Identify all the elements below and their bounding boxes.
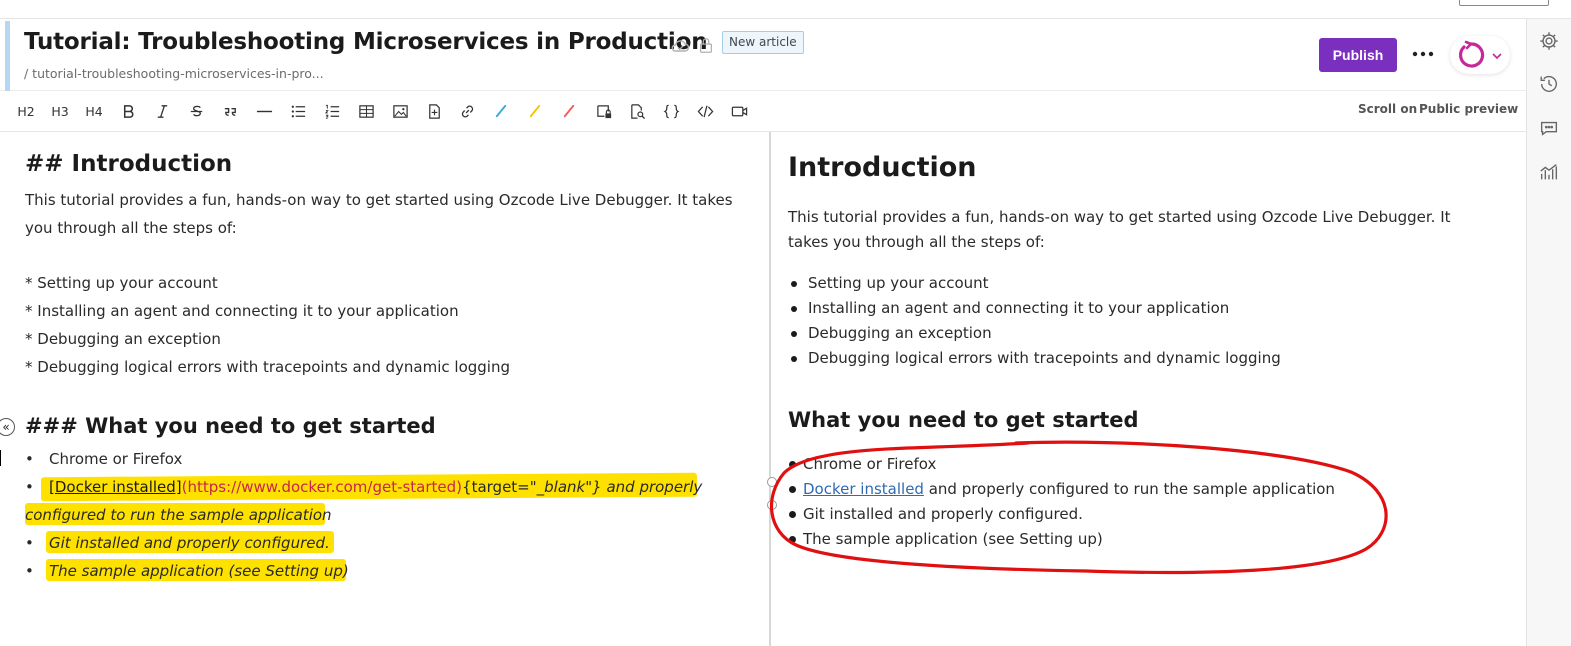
account-menu[interactable] — [1450, 36, 1510, 74]
md-list-item: * Debugging an exception — [25, 330, 221, 348]
preview-heading-introduction: Introduction — [788, 152, 977, 183]
chevron-down-icon — [1492, 53, 1502, 60]
list-item: Git installed and properly configured. — [788, 502, 1335, 527]
md-requirement-4: The sample application (see Setting up) — [49, 562, 349, 580]
md-list-item: * Setting up your account — [25, 274, 218, 292]
strikethrough-icon[interactable] — [184, 100, 208, 122]
table-icon[interactable] — [354, 100, 378, 122]
italic-icon[interactable] — [150, 100, 174, 122]
md-requirement-2-continued: configured to run the sample application — [25, 506, 332, 524]
braces-icon[interactable] — [659, 100, 683, 122]
md-link-attr: {target=" — [462, 478, 537, 496]
horizontal-rule-icon[interactable] — [252, 100, 276, 122]
sync-marker-icon[interactable] — [767, 477, 777, 487]
list-item: Debugging an exception — [788, 321, 1281, 346]
md-intro-paragraph: This tutorial provides a fun, hands-on w… — [25, 191, 733, 237]
md-heading-requirements: ### What you need to get started — [25, 414, 436, 438]
analytics-icon[interactable] — [1538, 161, 1560, 183]
red-pen-icon[interactable] — [557, 100, 581, 122]
formatting-toolbar: H2 H3 H4 Scroll on Public preview — [0, 91, 1526, 132]
publish-button[interactable]: Publish — [1319, 38, 1397, 72]
list-item: The sample application (see Setting up) — [788, 527, 1335, 552]
preview-steps-list: Setting up your account Installing an ag… — [788, 271, 1281, 371]
right-sidebar — [1526, 19, 1571, 646]
image-icon[interactable] — [388, 100, 412, 122]
search-page-icon[interactable] — [625, 100, 649, 122]
top-button[interactable] — [1459, 0, 1549, 6]
list-item: Setting up your account — [788, 271, 1281, 296]
video-icon[interactable] — [727, 100, 751, 122]
file-icon[interactable] — [422, 100, 446, 122]
list-item: Installing an agent and connecting it to… — [788, 296, 1281, 321]
lock-icon — [697, 36, 715, 54]
gear-icon[interactable] — [1538, 30, 1560, 52]
preview-requirements-list: Chrome or Firefox Docker installed and p… — [788, 452, 1335, 552]
md-list-item: * Installing an agent and connecting it … — [25, 302, 459, 320]
numbered-list-icon[interactable] — [320, 100, 344, 122]
more-options-icon[interactable] — [1410, 41, 1436, 73]
bullet-list-icon[interactable] — [286, 100, 310, 122]
list-item-text: and properly configured to run the sampl… — [923, 480, 1335, 498]
logo-icon — [1459, 40, 1485, 68]
yellow-pen-icon[interactable] — [523, 100, 547, 122]
collapse-pane-button[interactable]: « — [0, 418, 15, 436]
code-icon[interactable] — [693, 100, 717, 122]
markdown-editor[interactable]: ## Introduction This tutorial provides a… — [0, 132, 770, 646]
heading-2-button[interactable]: H2 — [14, 100, 38, 122]
sync-marker-icon[interactable] — [767, 500, 777, 510]
md-link-url: (https://www.docker.com/get-started) — [181, 478, 463, 496]
heading-3-button[interactable]: H3 — [48, 100, 72, 122]
md-link-attr-italic: _blank"} — [536, 478, 602, 496]
article-title[interactable]: Tutorial: Troubleshooting Microservices … — [24, 29, 708, 55]
preview-pane: Introduction This tutorial provides a fu… — [771, 132, 1526, 646]
list-item: Debugging logical errors with tracepoint… — [788, 346, 1281, 371]
text-cursor — [0, 450, 1, 466]
locked-page-icon[interactable] — [592, 100, 616, 122]
md-bullet: • — [25, 534, 34, 552]
quote-icon[interactable] — [218, 100, 242, 122]
cloud-icon — [670, 36, 690, 54]
md-bullet: • — [25, 562, 34, 580]
scroll-on-toggle[interactable]: Scroll on — [1358, 102, 1417, 116]
md-link-text: [Docker installed] — [49, 478, 182, 496]
public-preview-button[interactable]: Public preview — [1419, 102, 1518, 116]
accent-bar — [5, 21, 10, 91]
status-badge: New article — [722, 31, 804, 54]
article-slug[interactable]: / tutorial-troubleshooting-microservices… — [24, 66, 324, 81]
md-heading-introduction: ## Introduction — [25, 151, 233, 177]
blue-pen-icon[interactable] — [489, 100, 513, 122]
md-bullet: • — [25, 478, 34, 496]
docker-link[interactable]: Docker installed — [803, 480, 924, 498]
comment-icon[interactable] — [1538, 117, 1560, 139]
list-item: Docker installed and properly configured… — [788, 477, 1335, 502]
md-requirement-1: Chrome or Firefox — [49, 450, 183, 468]
heading-4-button[interactable]: H4 — [82, 100, 106, 122]
editor-app: Tutorial: Troubleshooting Microservices … — [0, 0, 1571, 646]
bold-icon[interactable] — [116, 100, 140, 122]
md-bullet: • — [25, 450, 34, 468]
preview-intro-paragraph: This tutorial provides a fun, hands-on w… — [788, 208, 1451, 251]
history-icon[interactable] — [1538, 73, 1560, 95]
md-requirement-3: Git installed and properly configured. — [49, 534, 330, 552]
top-strip — [0, 0, 1571, 19]
md-requirement-2: [Docker installed](https://www.docker.co… — [49, 478, 702, 496]
preview-heading-requirements: What you need to get started — [788, 408, 1139, 432]
article-header: Tutorial: Troubleshooting Microservices … — [0, 19, 1526, 91]
md-list-item: * Debugging logical errors with tracepoi… — [25, 358, 510, 376]
md-requirement-2-rest: and properly — [601, 478, 703, 496]
link-icon[interactable] — [455, 100, 479, 122]
list-item: Chrome or Firefox — [788, 452, 1335, 477]
